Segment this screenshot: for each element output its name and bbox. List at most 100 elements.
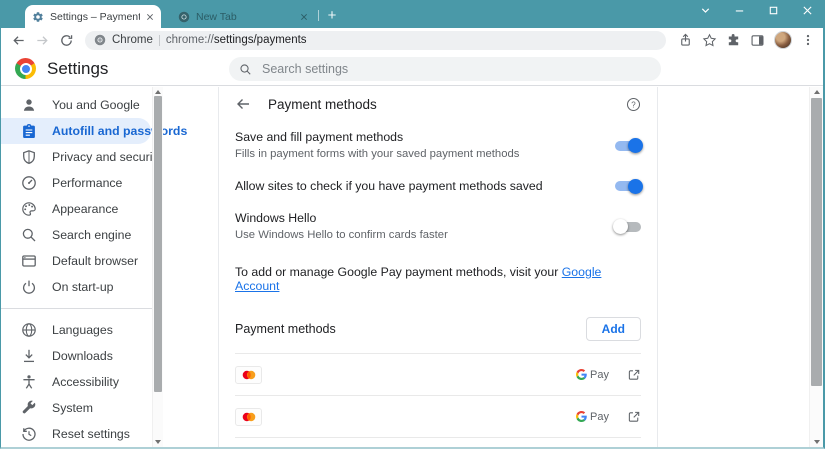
kebab-menu-icon[interactable] xyxy=(800,32,816,48)
toggle-knob xyxy=(628,178,643,194)
setting-row: Allow sites to check if you have payment… xyxy=(219,170,657,202)
chrome-logo-icon xyxy=(15,58,36,79)
sidebar-item[interactable]: System xyxy=(1,395,151,421)
sidebar-item[interactable]: Autofill and passwords xyxy=(1,118,187,144)
scroll-down-icon[interactable] xyxy=(813,440,820,444)
payment-method-row: Pay xyxy=(235,353,641,395)
open-external-icon[interactable] xyxy=(627,410,641,424)
sidebar-scrollbar[interactable] xyxy=(152,87,163,447)
sidebar-item[interactable]: You and Google xyxy=(1,92,151,118)
scroll-up-icon[interactable] xyxy=(813,90,820,94)
setting-row: Save and fill payment methods Fills in p… xyxy=(219,121,657,170)
tab-title: New Tab xyxy=(196,10,237,23)
browser-toolbar: Chrome chrome://settings/payments xyxy=(1,28,823,52)
side-panel-icon[interactable] xyxy=(749,32,766,49)
mastercard-icon xyxy=(235,407,262,426)
settings-search[interactable] xyxy=(229,57,661,81)
toggle-settings-list: Save and fill payment methods Fills in p… xyxy=(219,121,657,251)
google-g-icon xyxy=(576,369,587,380)
back-icon[interactable] xyxy=(8,32,29,49)
tab-divider xyxy=(318,10,319,21)
google-g-icon xyxy=(576,411,587,422)
page-title: Payment methods xyxy=(268,96,377,112)
tab-new-tab[interactable]: New Tab xyxy=(171,5,315,28)
search-input[interactable] xyxy=(260,61,651,77)
maximize-button[interactable] xyxy=(766,3,781,18)
new-tab-button[interactable]: + xyxy=(323,7,341,25)
scrollbar-thumb[interactable] xyxy=(811,98,822,386)
palette-icon xyxy=(21,201,37,217)
close-window-button[interactable] xyxy=(800,3,815,18)
setting-row: Windows Hello Use Windows Hello to confi… xyxy=(219,202,657,251)
gpay-badge: Pay xyxy=(576,411,609,423)
shield-icon xyxy=(21,149,37,165)
settings-title: Settings xyxy=(47,58,109,78)
payment-methods-card: Payment methods ? Save and fill payment … xyxy=(218,87,658,447)
scroll-up-icon[interactable] xyxy=(155,90,161,94)
settings-body: You and Google Autofill and passwords Pr… xyxy=(1,87,823,447)
sidebar-item[interactable]: Default browser xyxy=(1,248,151,274)
browser-window: Settings – Payment methods New Tab + xyxy=(0,0,825,449)
url-text: chrome://settings/payments xyxy=(165,34,307,46)
page-scrollbar[interactable] xyxy=(809,87,823,447)
download-icon xyxy=(21,348,37,364)
close-tab-icon[interactable] xyxy=(146,13,154,21)
sidebar-item[interactable]: Privacy and security xyxy=(1,144,162,170)
settings-sidebar: You and Google Autofill and passwords Pr… xyxy=(1,92,187,447)
omnibox-separator xyxy=(158,34,160,46)
sidebar-item[interactable]: Appearance xyxy=(1,196,151,222)
sidebar-item[interactable]: Accessibility xyxy=(1,369,151,395)
bookmark-star-icon[interactable] xyxy=(701,32,718,49)
forward-icon[interactable] xyxy=(32,32,53,49)
sidebar-item[interactable]: Search engine xyxy=(1,222,151,248)
toggle-switch[interactable] xyxy=(615,178,643,194)
subpage-header: Payment methods ? xyxy=(219,87,657,121)
minimize-button[interactable] xyxy=(732,3,747,18)
gpay-badge: Pay xyxy=(576,369,609,381)
help-icon[interactable]: ? xyxy=(626,97,641,112)
sidebar-item[interactable]: Reset settings xyxy=(1,421,151,447)
power-icon xyxy=(21,279,37,295)
wrench-icon xyxy=(21,400,37,416)
reload-icon[interactable] xyxy=(56,32,77,49)
sidebar-item[interactable]: On start-up xyxy=(1,274,151,300)
tab-settings[interactable]: Settings – Payment methods xyxy=(25,5,161,28)
payment-method-row: Pay xyxy=(235,437,641,447)
sidebar-item[interactable]: Downloads xyxy=(1,343,151,369)
person-icon xyxy=(21,97,37,113)
chrome-icon xyxy=(94,34,106,46)
magnifier-icon xyxy=(21,227,37,243)
open-external-icon[interactable] xyxy=(627,368,641,382)
window-controls xyxy=(698,3,815,18)
share-icon[interactable] xyxy=(677,32,694,49)
toggle-switch[interactable] xyxy=(613,219,641,234)
avatar[interactable] xyxy=(773,30,793,50)
assignment-icon xyxy=(21,123,37,139)
sidebar-item[interactable]: Performance xyxy=(1,170,151,196)
toggle-switch[interactable] xyxy=(615,138,643,153)
scrollbar-thumb[interactable] xyxy=(154,96,162,392)
chrome-icon xyxy=(178,11,190,23)
extensions-puzzle-icon[interactable] xyxy=(725,32,742,49)
payment-methods-list: Pay Pay xyxy=(219,353,657,447)
mastercard-icon xyxy=(235,365,262,384)
browser-icon xyxy=(21,253,37,269)
search-icon xyxy=(239,63,252,76)
sidebar-item[interactable]: Languages xyxy=(1,317,151,343)
svg-text:?: ? xyxy=(631,100,636,109)
accessibility-icon xyxy=(21,374,37,390)
restore-icon xyxy=(21,426,37,442)
payment-method-row: Pay xyxy=(235,395,641,437)
titlebar: Settings – Payment methods New Tab + xyxy=(1,0,823,28)
tab-title: Settings – Payment methods xyxy=(50,10,140,23)
payment-methods-section-header: Payment methods Add xyxy=(219,311,657,347)
scroll-down-icon[interactable] xyxy=(155,440,161,444)
close-tab-icon[interactable] xyxy=(300,13,308,21)
back-arrow-icon[interactable] xyxy=(235,96,251,112)
google-pay-note: To add or manage Google Pay payment meth… xyxy=(235,265,602,293)
sidebar-divider xyxy=(1,308,163,309)
address-bar[interactable]: Chrome chrome://settings/payments xyxy=(85,30,666,50)
chevron-down-icon[interactable] xyxy=(698,3,713,18)
speedometer-icon xyxy=(21,175,37,191)
add-button[interactable]: Add xyxy=(585,317,641,341)
